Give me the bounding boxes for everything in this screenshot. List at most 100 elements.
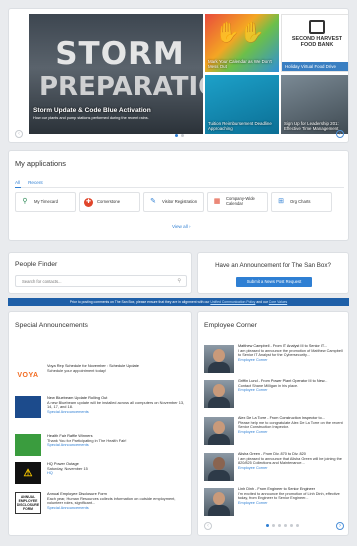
app-label: Org Charts [290,198,311,204]
list-item[interactable]: VOYA Voya Rep Schedule for November : Sc… [15,363,187,388]
list-item[interactable]: Alex De La Torre - From Construction Ins… [204,416,346,446]
announcement-category-link[interactable]: Special Announcements [47,505,89,510]
employee-post-body: I am pleased to announce that Alisha Gre… [238,456,342,466]
hero-main-big-word-1: STORM [55,36,185,72]
active-tab-indicator [15,187,21,188]
employee-post-text: Matthew Campbell - From IT Analyst III t… [238,344,346,362]
carousel-dot[interactable] [296,524,299,527]
tab-all[interactable]: All [15,180,20,185]
view-all-link[interactable]: View all › [172,224,191,229]
announcement-body: Each year, Human Resources collects info… [47,495,176,506]
announcement-text: New Bluebeam Update Rolling Out A new Bl… [47,395,185,414]
submit-news-post-button[interactable]: Submit a News Post Request [236,277,312,287]
app-company-calendar[interactable]: ▦ Company-Wide Calendar [207,192,268,212]
policy-banner-and: and our [256,300,268,304]
employee-corner-link[interactable]: Employee Corner [238,466,268,470]
applications-tabs: All Recent [15,180,43,185]
announcement-request-title: Have an Announcement for The San Box? [215,262,331,269]
hero-tile-food-drive[interactable]: SECOND HARVEST FOOD BANK Holiday Virtual… [281,14,348,72]
communication-policy-link[interactable]: Unified Communication Policy [210,300,255,304]
employee-corner-link[interactable]: Employee Corner [238,501,268,505]
hero-tile-calendar[interactable]: ✋✋ Mark Your Calendar as We Don't Mess O… [205,14,279,72]
employee-photo [204,380,234,408]
employee-corner-link[interactable]: Employee Corner [238,358,268,362]
search-icon: ⚲ [177,278,181,284]
list-item[interactable]: Matthew Campbell - From IT Analyst III t… [204,344,346,374]
announcement-category-link[interactable]: Special Announcements [47,409,89,414]
hero-pagination-dots [175,134,184,137]
contact-search-input[interactable]: Search for contacts... ⚲ [15,275,187,287]
hero-main-big-word-2: PREPARATION [39,72,203,102]
disclosure-form-thumbnail: ANNUAL EMPLOYEE DISCLOSURE FORM [15,492,41,514]
hero-main-tile[interactable]: STORM PREPARATION Storm Update & Code Bl… [29,14,203,134]
core-values-link[interactable]: Core Values [269,300,287,304]
announcement-body: Schedule your appointment today! [47,367,107,373]
policy-banner-text: Prior to posting comments on The San Box… [69,300,210,304]
health-fair-thumbnail [15,434,41,456]
app-my-timecard[interactable]: ⚲ My Timecard [15,192,76,212]
carousel-dot[interactable] [181,134,184,137]
chevron-right-icon[interactable]: › [336,130,344,138]
announcement-text: HQ Power Outage Saturday, November 15 HQ [47,461,185,476]
list-item[interactable]: Alisha Green - From Div. 870 to Div. 820… [204,452,346,482]
list-item[interactable]: ⚠ HQ Power Outage Saturday, November 15 … [15,461,187,486]
employee-corner-link[interactable]: Employee Corner [238,388,268,392]
hero-tile-tuition[interactable]: Tuition Reimbursement Deadline Approachi… [205,75,279,134]
employee-post-text: Griffin Lund - From Power Plant Operator… [238,379,346,393]
employee-corner-link[interactable]: Employee Corner [238,430,268,434]
employee-photo [204,488,234,516]
hero-tile-leadership[interactable]: Sign Up for Leadership 201: Effective Ti… [281,75,348,134]
applications-list: ⚲ My Timecard ✚ Cornerstone ✎ Visitor Re… [15,192,332,212]
contact-search-placeholder: Search for contacts... [22,279,62,284]
carousel-dot[interactable] [290,524,293,527]
chevron-left-icon[interactable]: ‹ [15,130,23,138]
list-item[interactable]: New Bluebeam Update Rolling Out A new Bl… [15,395,187,420]
employee-post-body: I am pleased to announce the promotion o… [238,348,343,358]
list-item[interactable]: Griffin Lund - From Power Plant Operator… [204,379,346,409]
employee-post-text: Alisha Green - From Div. 870 to Div. 820… [238,452,346,470]
cornerstone-icon: ✚ [84,197,93,207]
carousel-dot[interactable] [278,524,281,527]
bluebeam-thumbnail [15,396,41,418]
announcement-category-link[interactable]: Special Announcements [47,442,89,447]
employee-photo [204,453,234,481]
list-item[interactable]: Linh Dinh - From Engineer to Senior Engi… [204,487,346,517]
employee-photo [204,417,234,445]
employee-post-body: Please help me to congratulate Alex De L… [238,420,343,430]
app-label: Cornerstone [97,198,121,204]
announcement-request-panel: Have an Announcement for The San Box? Su… [197,252,349,294]
employee-post-body: I'm excited to announce the promotion of… [238,491,340,501]
app-cornerstone[interactable]: ✚ Cornerstone [79,192,140,212]
hero-main-title: Storm Update & Code Blue Activation [33,107,151,114]
announcement-text: Voya Rep Schedule for November : Schedul… [47,363,185,373]
announcement-text: Annual Employee Disclosure Form Each yea… [47,491,185,510]
search-icon: ⚲ [22,197,28,205]
chevron-right-icon[interactable]: › [336,522,344,530]
chevron-right-icon: › [189,224,191,229]
employee-post-text: Linh Dinh - From Engineer to Senior Engi… [238,487,346,505]
tab-recent[interactable]: Recent [28,180,43,185]
app-visitor-registration[interactable]: ✎ Visitor Registration [143,192,204,212]
carousel-dot[interactable] [284,524,287,527]
org-chart-icon: ⊞ [278,197,284,205]
hero-carousel: STORM PREPARATION Storm Update & Code Bl… [8,8,349,143]
visitor-icon: ✎ [150,197,156,205]
app-org-charts[interactable]: ⊞ Org Charts [271,192,332,212]
app-label: My Timecard [34,198,58,204]
employee-corner-title: Employee Corner [204,322,257,329]
chevron-left-icon[interactable]: ‹ [204,522,212,530]
list-item[interactable]: Health Fair Raffle Winners Thank You for… [15,433,187,458]
carousel-dot[interactable] [175,134,178,137]
carousel-dot[interactable] [266,524,269,527]
employee-post-body: Contact Shane Milligan in his place. [238,383,299,388]
list-item[interactable]: ANNUAL EMPLOYEE DISCLOSURE FORM Annual E… [15,491,187,516]
app-label: Visitor Registration [162,198,198,204]
special-announcements-panel: Special Announcements VOYA Voya Rep Sche… [8,311,192,536]
hero-main-subtitle: How our plants and pump stations perform… [33,116,149,120]
raised-hands-icon: ✋✋ [215,22,265,44]
warning-icon: ⚠ [15,462,41,484]
carousel-dot[interactable] [272,524,275,527]
employee-post-text: Alex De La Torre - From Construction Ins… [238,416,346,434]
announcement-category-link[interactable]: HQ [47,470,53,475]
food-bank-logo: SECOND HARVEST FOOD BANK [290,20,344,48]
